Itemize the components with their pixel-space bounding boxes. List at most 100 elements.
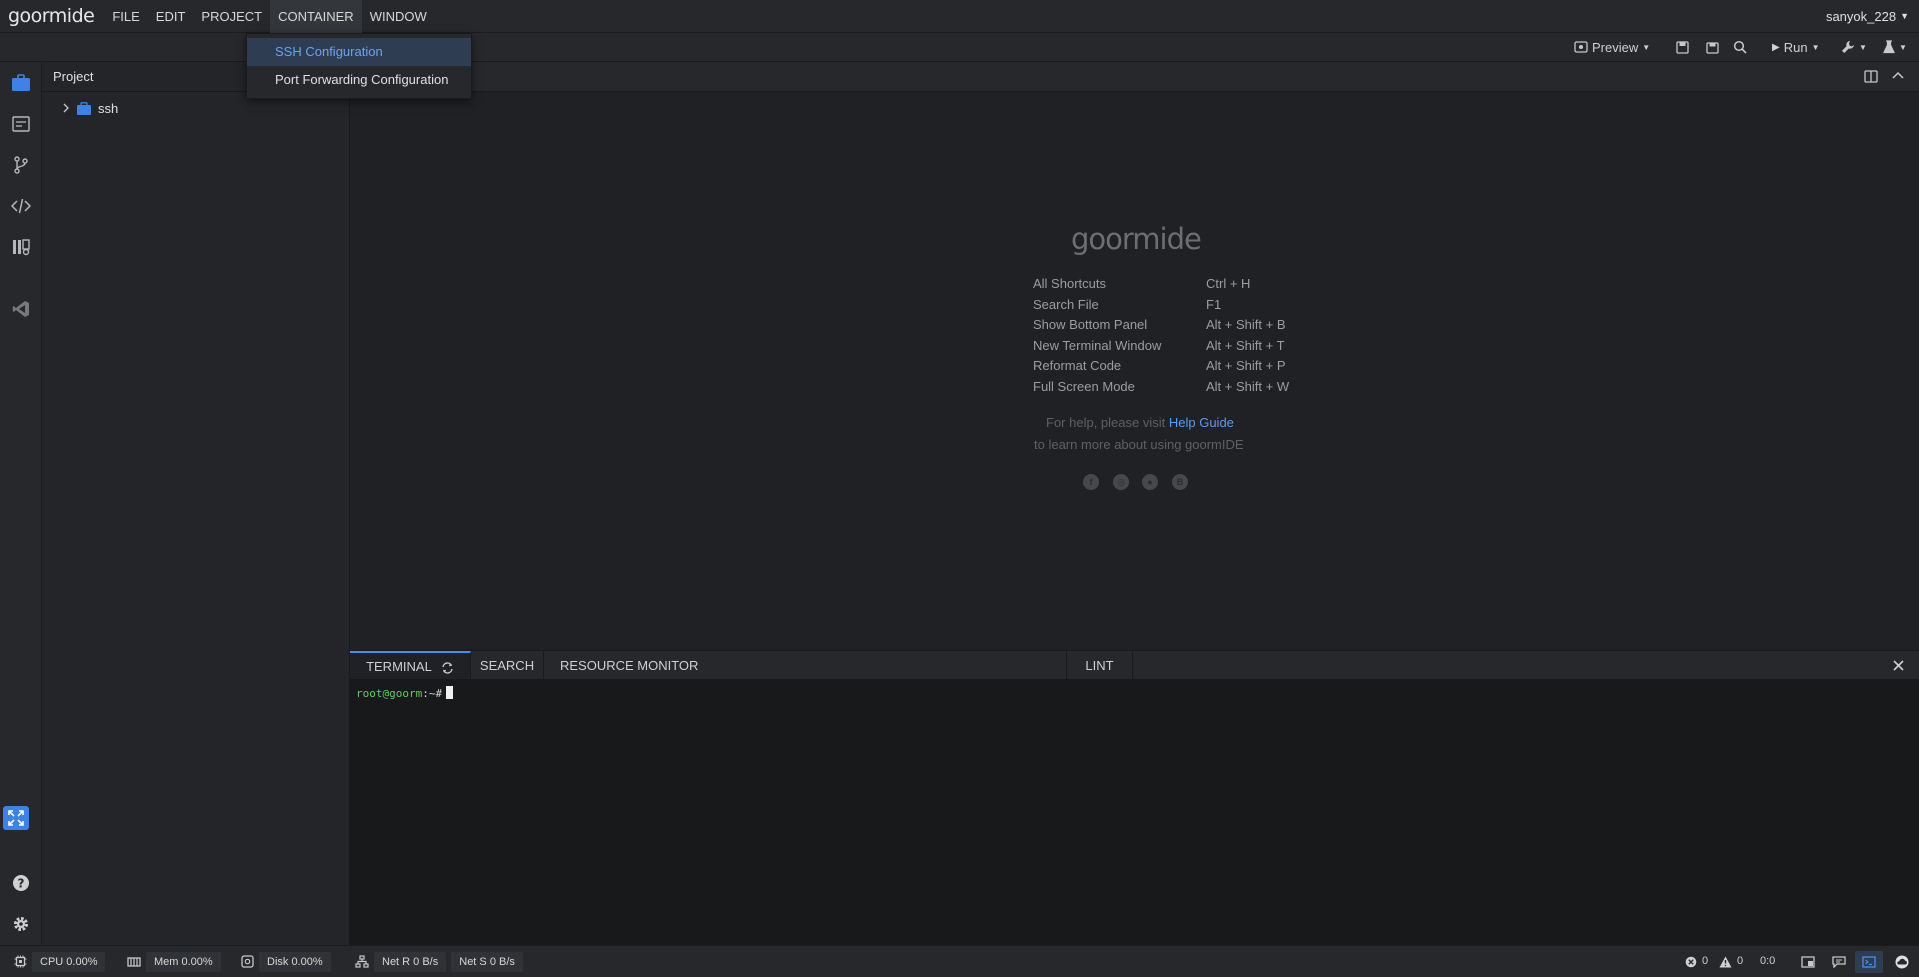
terminal-toggle-icon[interactable] bbox=[1855, 951, 1883, 973]
shortcut-key: Alt + Shift + W bbox=[1206, 379, 1290, 394]
search-button[interactable] bbox=[1733, 33, 1747, 61]
save-button[interactable] bbox=[1676, 33, 1689, 61]
chevron-down-icon: ▼ bbox=[1859, 42, 1867, 52]
tree-item-ssh[interactable]: ssh bbox=[42, 97, 349, 119]
editor-tabbar bbox=[350, 62, 1919, 92]
cpu-icon bbox=[14, 955, 27, 968]
terminal-path: :~# bbox=[422, 687, 443, 700]
layout-icon[interactable] bbox=[1801, 946, 1815, 977]
help-guide-link[interactable]: Help Guide bbox=[1169, 415, 1234, 430]
tab-search[interactable]: SEARCH bbox=[471, 651, 544, 680]
blog-icon[interactable]: B bbox=[1172, 474, 1188, 490]
help-prefix: For help, please visit bbox=[1046, 415, 1166, 430]
shortcut-label: All Shortcuts bbox=[1033, 276, 1106, 291]
menu-container[interactable]: CONTAINER bbox=[270, 0, 362, 33]
port-forwarding-item[interactable]: Port Forwarding Configuration bbox=[247, 66, 471, 94]
close-icon[interactable] bbox=[1893, 660, 1904, 671]
net-s-value: Net S 0 B/s bbox=[451, 951, 523, 972]
terminal[interactable]: root@goorm:~# bbox=[350, 679, 1919, 945]
mem-value: Mem 0.00% bbox=[146, 951, 221, 972]
chat-icon[interactable] bbox=[1832, 946, 1846, 977]
code-icon[interactable] bbox=[9, 194, 33, 218]
run-button[interactable]: ▶ Run ▼ bbox=[1772, 33, 1819, 61]
shortcut-key: Ctrl + H bbox=[1206, 276, 1251, 291]
warning-count[interactable]: 0 bbox=[1719, 946, 1743, 977]
tree-item-label: ssh bbox=[98, 100, 119, 116]
tab-resource-monitor[interactable]: RESOURCE MONITOR bbox=[544, 651, 1067, 680]
preview-label: Preview bbox=[1592, 39, 1639, 55]
container-dropdown-menu: SSH Configuration Port Forwarding Config… bbox=[246, 33, 472, 99]
editor-area bbox=[350, 62, 1919, 650]
warning-count-value: 0 bbox=[1737, 955, 1744, 967]
wrench-icon bbox=[1841, 40, 1855, 54]
build-button[interactable]: ▼ bbox=[1841, 33, 1867, 61]
gear-icon[interactable] bbox=[9, 912, 33, 936]
tab-terminal-label: TERMINAL bbox=[366, 659, 432, 674]
shortcut-label: Show Bottom Panel bbox=[1033, 317, 1148, 332]
mem-monitor[interactable]: Mem 0.00% bbox=[127, 946, 221, 977]
error-count-value: 0 bbox=[1702, 955, 1709, 967]
menu-project[interactable]: PROJECT bbox=[193, 0, 270, 33]
cpu-monitor[interactable]: CPU 0.00% bbox=[14, 946, 106, 977]
chevron-right-icon bbox=[62, 103, 72, 113]
test-button[interactable]: ▼ bbox=[1883, 33, 1907, 61]
github-icon[interactable]: ● bbox=[1142, 474, 1158, 490]
warning-icon bbox=[1719, 956, 1732, 968]
refresh-icon[interactable] bbox=[441, 661, 454, 674]
app-logo: goormide bbox=[8, 5, 95, 27]
facebook-icon[interactable]: f bbox=[1083, 474, 1099, 490]
help-icon[interactable]: ? bbox=[9, 871, 33, 895]
instagram-icon[interactable]: ◎ bbox=[1113, 474, 1129, 490]
learn-more-text: to learn more about using goormIDE bbox=[1034, 437, 1244, 452]
save-all-icon bbox=[1705, 41, 1719, 54]
chevron-down-icon: ▼ bbox=[1811, 42, 1820, 52]
project-explorer-icon[interactable] bbox=[9, 71, 33, 95]
terminal-user-host: root@goorm bbox=[356, 687, 423, 700]
tab-resource-monitor-label: RESOURCE MONITOR bbox=[560, 658, 699, 673]
shortcut-key: F1 bbox=[1206, 297, 1222, 312]
shortcut-label: Search File bbox=[1033, 297, 1099, 312]
chevron-down-icon: ▼ bbox=[1899, 42, 1907, 52]
network-monitor[interactable]: Net R 0 B/s Net S 0 B/s bbox=[355, 946, 523, 977]
outline-icon[interactable] bbox=[9, 112, 33, 136]
help-line: For help, please visit Help Guide bbox=[1046, 415, 1234, 430]
network-icon bbox=[355, 955, 369, 968]
disk-icon bbox=[241, 955, 254, 968]
shortcut-key: Alt + Shift + T bbox=[1206, 338, 1285, 353]
shortcut-label: New Terminal Window bbox=[1033, 338, 1162, 353]
cloud-icon[interactable] bbox=[1894, 946, 1910, 977]
split-editor-icon[interactable] bbox=[1864, 70, 1878, 83]
disk-monitor[interactable]: Disk 0.00% bbox=[241, 946, 331, 977]
terminal-cursor bbox=[446, 686, 454, 699]
menu-edit[interactable]: EDIT bbox=[148, 0, 194, 33]
save-all-button[interactable] bbox=[1705, 33, 1719, 61]
play-icon: ▶ bbox=[1772, 41, 1780, 53]
folder-icon bbox=[76, 101, 92, 115]
shortcut-label: Full Screen Mode bbox=[1033, 379, 1135, 394]
preview-button[interactable]: Preview ▼ bbox=[1574, 33, 1650, 61]
bottom-panel-tabs: TERMINAL SEARCH RESOURCE MONITOR LINT bbox=[350, 650, 1919, 680]
flask-icon bbox=[1883, 40, 1895, 54]
chevron-down-icon: ▼ bbox=[1642, 42, 1651, 52]
cursor-position[interactable]: 0:0 bbox=[1760, 946, 1775, 977]
fullscreen-icon[interactable] bbox=[3, 806, 29, 830]
disk-value: Disk 0.00% bbox=[259, 951, 331, 972]
error-icon bbox=[1685, 956, 1697, 968]
tab-terminal[interactable]: TERMINAL bbox=[350, 651, 471, 680]
ssh-configuration-item[interactable]: SSH Configuration bbox=[247, 38, 471, 66]
library-icon[interactable] bbox=[9, 235, 33, 259]
menu-file[interactable]: FILE bbox=[104, 0, 147, 33]
cpu-value: CPU 0.00% bbox=[32, 951, 106, 972]
tab-lint[interactable]: LINT bbox=[1067, 651, 1133, 680]
user-menu[interactable]: sanyok_228 ▼ bbox=[1826, 0, 1909, 33]
run-label: Run bbox=[1783, 39, 1808, 55]
chevron-down-icon: ▼ bbox=[1900, 11, 1909, 21]
menu-window[interactable]: WINDOW bbox=[362, 0, 435, 33]
username: sanyok_228 bbox=[1825, 9, 1897, 24]
error-count[interactable]: 0 bbox=[1685, 946, 1708, 977]
menubar: goormide FILE EDIT PROJECT CONTAINER WIN… bbox=[0, 0, 1919, 33]
git-branch-icon[interactable] bbox=[9, 153, 33, 177]
vscode-icon[interactable] bbox=[9, 297, 33, 321]
chevron-up-icon[interactable] bbox=[1892, 71, 1904, 79]
shortcut-key: Alt + Shift + P bbox=[1206, 358, 1286, 373]
